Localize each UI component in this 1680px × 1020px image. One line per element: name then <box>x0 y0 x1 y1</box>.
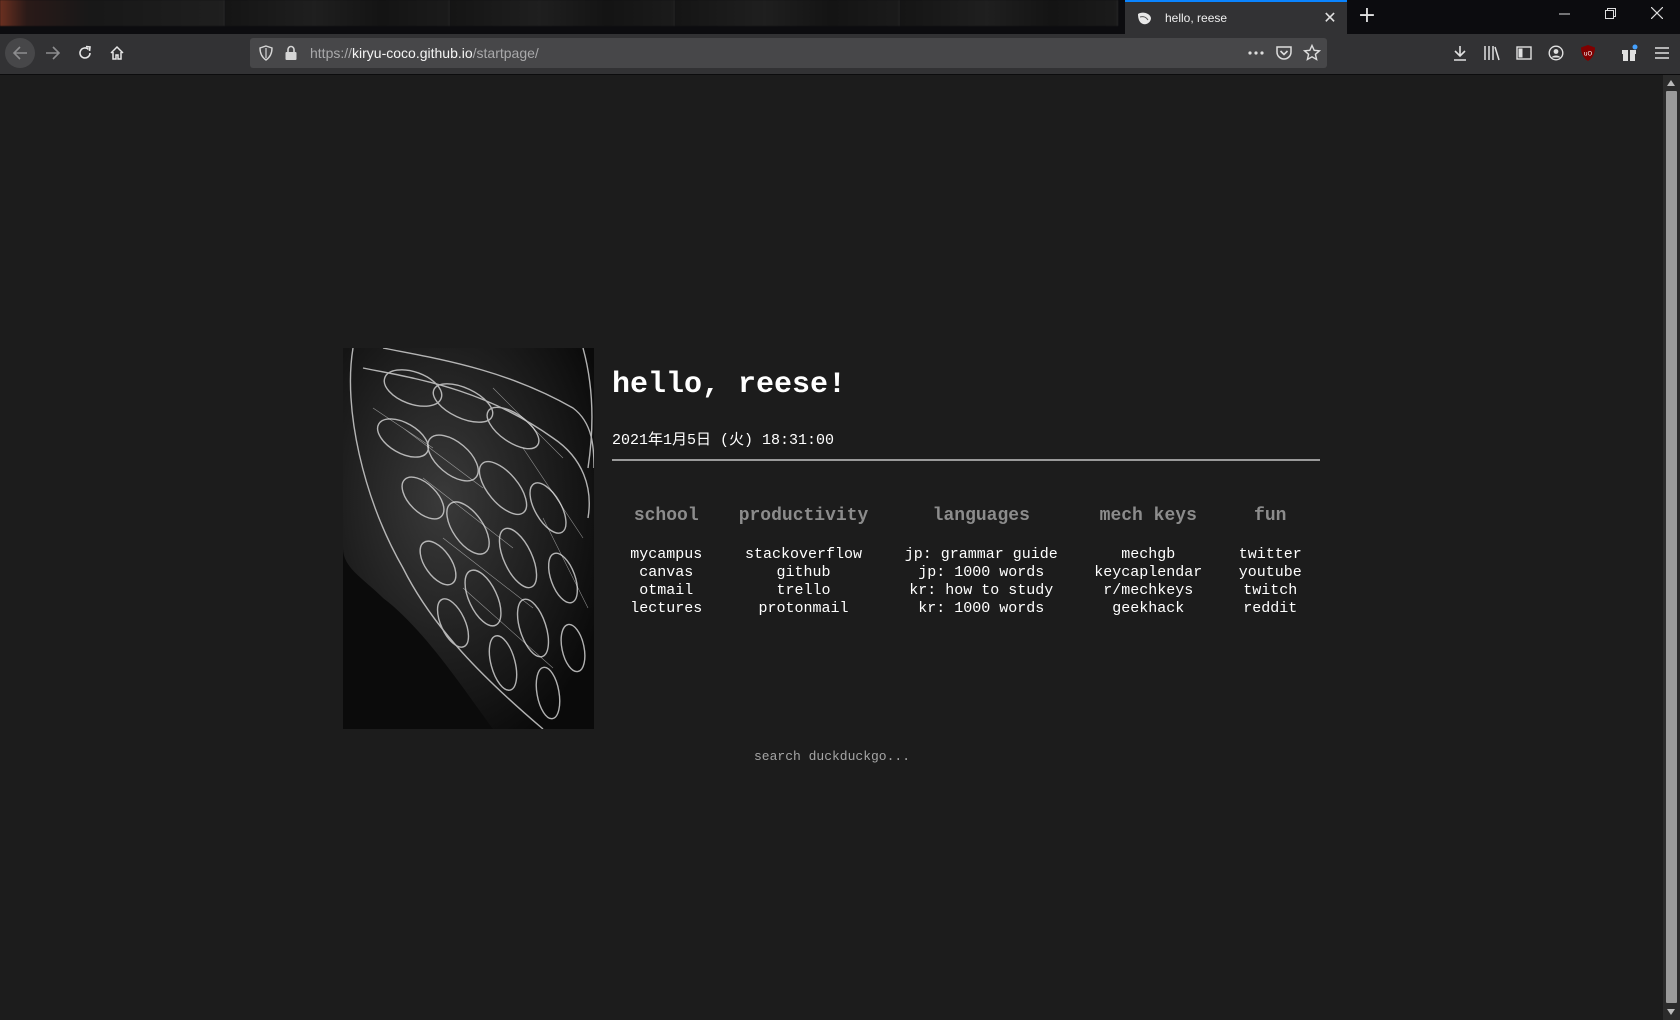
new-tab-button[interactable]: + <box>1356 4 1378 28</box>
link-column-fun: fun twitter youtube twitch reddit <box>1239 506 1302 618</box>
link-youtube[interactable]: youtube <box>1239 564 1302 582</box>
wing-illustration <box>343 348 594 729</box>
url-text[interactable]: https://kiryu-coco.github.io/startpage/ <box>310 45 539 61</box>
arrow-right-icon <box>46 46 61 60</box>
restore-icon <box>1604 8 1616 19</box>
background-tab[interactable] <box>0 0 225 26</box>
link-trello[interactable]: trello <box>739 582 869 600</box>
ublock-button[interactable]: uO <box>1577 42 1599 64</box>
forward-button[interactable] <box>38 38 68 68</box>
svg-text:uO: uO <box>1584 51 1593 58</box>
scroll-up-arrow-icon[interactable] <box>1667 80 1675 86</box>
greeting-heading: hello, reese! <box>612 368 847 402</box>
background-tab[interactable] <box>225 0 450 26</box>
hamburger-menu-icon <box>1655 47 1669 59</box>
restore-window-button[interactable] <box>1587 0 1633 32</box>
link-r-mechkeys[interactable]: r/mechkeys <box>1094 582 1202 600</box>
close-window-button[interactable] <box>1634 0 1680 32</box>
column-heading: languages <box>932 506 1030 526</box>
minimize-icon <box>1558 13 1570 15</box>
search-input[interactable] <box>680 745 984 767</box>
gift-icon <box>1622 44 1638 61</box>
reload-button[interactable] <box>70 38 100 68</box>
extensions-button[interactable] <box>1618 42 1640 64</box>
download-icon <box>1454 46 1466 61</box>
link-protonmail[interactable]: protonmail <box>739 600 869 618</box>
page-scrollbar[interactable] <box>1663 75 1680 1020</box>
back-button[interactable] <box>5 38 35 68</box>
link-reddit[interactable]: reddit <box>1239 600 1302 618</box>
link-otmail[interactable]: otmail <box>630 582 702 600</box>
column-heading: fun <box>1254 506 1287 526</box>
library-icon <box>1484 46 1500 61</box>
tab-title: hello, reese <box>1165 11 1228 25</box>
close-icon <box>1650 6 1664 20</box>
reload-icon <box>79 45 91 59</box>
link-jp-grammar-guide[interactable]: jp: grammar guide <box>905 546 1058 564</box>
sidebar-icon <box>1516 46 1532 60</box>
account-button[interactable] <box>1545 42 1567 64</box>
background-tab[interactable] <box>675 0 900 26</box>
link-geekhack[interactable]: geekhack <box>1094 600 1202 618</box>
tab-strip: hello, reese ✕ + <box>0 0 1680 34</box>
minimize-window-button[interactable] <box>1541 0 1587 32</box>
arrow-left-icon <box>12 46 27 60</box>
link-column-languages: languages jp: grammar guide jp: 1000 wor… <box>905 506 1058 618</box>
url-host: kiryu-coco.github.io <box>352 45 473 61</box>
lock-icon[interactable] <box>284 45 298 61</box>
bookmark-star-icon[interactable] <box>1303 44 1321 62</box>
link-twitter[interactable]: twitter <box>1239 546 1302 564</box>
link-column-mech-keys: mech keys mechgb keycaplendar r/mechkeys… <box>1094 506 1202 618</box>
link-twitch[interactable]: twitch <box>1239 582 1302 600</box>
menu-button[interactable] <box>1651 42 1673 64</box>
scroll-down-arrow-icon[interactable] <box>1667 1009 1675 1015</box>
link-column-school: school mycampus canvas otmail lectures <box>630 506 702 618</box>
active-tab[interactable]: hello, reese ✕ <box>1125 0 1347 34</box>
home-icon <box>110 45 124 60</box>
link-stackoverflow[interactable]: stackoverflow <box>739 546 869 564</box>
wing-image <box>343 348 594 729</box>
navigation-toolbar: https://kiryu-coco.github.io/startpage/ … <box>0 34 1680 75</box>
link-column-productivity: productivity stackoverflow github trello… <box>739 506 869 618</box>
column-heading: mech keys <box>1099 506 1197 526</box>
background-tab[interactable] <box>450 0 675 26</box>
link-mechgb[interactable]: mechgb <box>1094 546 1202 564</box>
url-path: /startpage/ <box>472 45 539 61</box>
link-kr-1000-words[interactable]: kr: 1000 words <box>905 600 1058 618</box>
link-mycampus[interactable]: mycampus <box>630 546 702 564</box>
link-github[interactable]: github <box>739 564 869 582</box>
datetime-display: 2021年1月5日 (火) 18:31:00 <box>612 428 1320 461</box>
downloads-button[interactable] <box>1449 42 1471 64</box>
url-bar[interactable]: https://kiryu-coco.github.io/startpage/ <box>250 38 1327 68</box>
link-kr-how-to-study[interactable]: kr: how to study <box>905 582 1058 600</box>
column-heading: school <box>633 506 699 526</box>
ublock-origin-icon: uO <box>1581 45 1595 61</box>
startpage-panel: hello, reese! 2021年1月5日 (火) 18:31:00 sch… <box>612 348 1320 618</box>
home-button[interactable] <box>102 38 132 68</box>
link-lectures[interactable]: lectures <box>630 600 702 618</box>
url-scheme: https:// <box>310 45 353 61</box>
library-button[interactable] <box>1481 42 1503 64</box>
scrollbar-thumb[interactable] <box>1666 91 1677 1003</box>
link-canvas[interactable]: canvas <box>630 564 702 582</box>
link-keycaplendar[interactable]: keycaplendar <box>1094 564 1202 582</box>
background-tab[interactable] <box>900 0 1118 26</box>
wing-favicon-icon <box>1138 12 1151 25</box>
tracking-shield-icon[interactable] <box>258 45 274 61</box>
close-tab-icon[interactable]: ✕ <box>1321 9 1339 27</box>
account-icon <box>1548 45 1564 61</box>
link-jp-1000-words[interactable]: jp: 1000 words <box>905 564 1058 582</box>
page-actions-icon[interactable] <box>1247 44 1265 62</box>
column-heading: productivity <box>738 506 869 526</box>
sidebar-button[interactable] <box>1513 42 1535 64</box>
link-columns: school mycampus canvas otmail lectures p… <box>612 506 1320 618</box>
pocket-icon[interactable] <box>1275 44 1293 62</box>
